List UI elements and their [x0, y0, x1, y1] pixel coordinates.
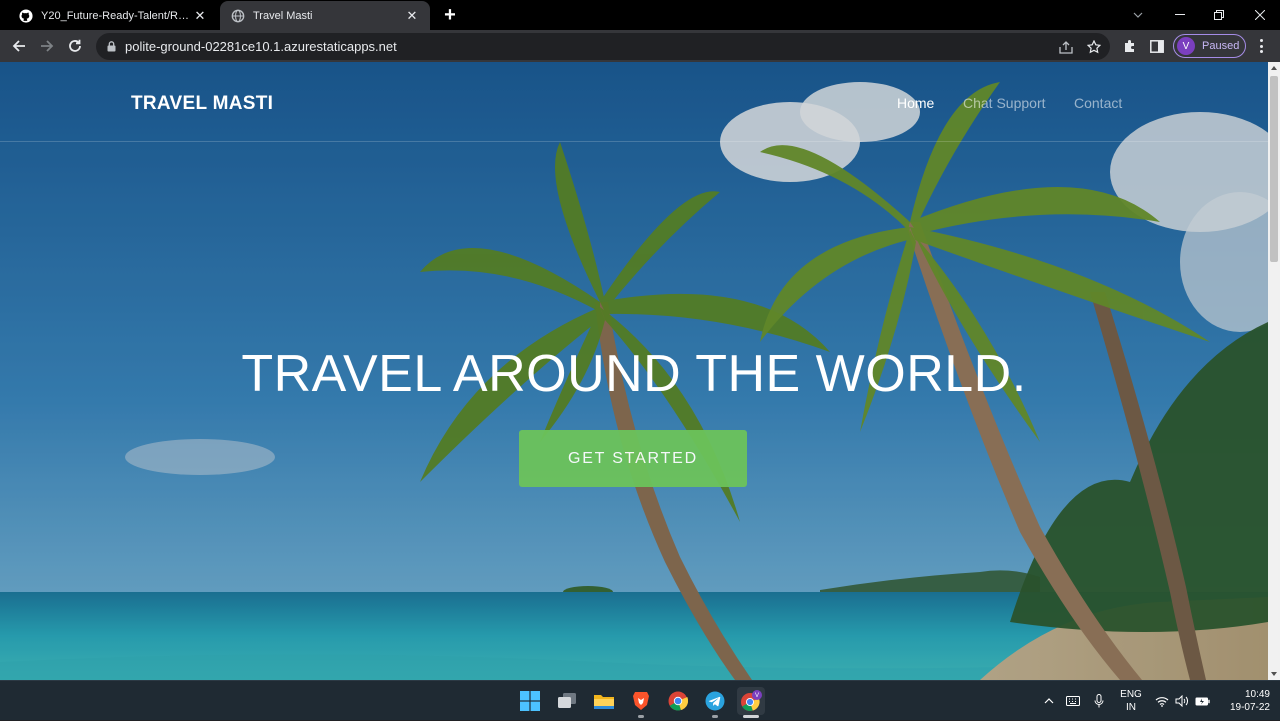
restore-button[interactable] — [1199, 0, 1239, 30]
reload-icon — [69, 39, 81, 52]
puzzle-icon — [1125, 40, 1134, 52]
profile-status: Paused — [1202, 40, 1240, 52]
site-logo[interactable]: TRAVEL MASTI — [131, 93, 273, 115]
brave-icon — [633, 692, 649, 710]
site-navbar: TRAVEL MASTI Home Chat Support Contact — [0, 62, 1268, 142]
show-hidden-icons-button[interactable] — [1040, 681, 1058, 721]
page-viewport: TRAVEL MASTI Home Chat Support Contact T… — [0, 62, 1268, 680]
back-button[interactable] — [7, 34, 31, 58]
windows-taskbar: V ENG IN 10:49 19-07-22 — [0, 680, 1280, 720]
nav-link-chat-support[interactable]: Chat Support — [963, 95, 1046, 111]
forward-button[interactable] — [35, 34, 59, 58]
browser-menu-button[interactable] — [1254, 37, 1268, 55]
region-code: IN — [1126, 702, 1136, 713]
telegram-icon — [705, 691, 725, 711]
clock-date: 19-07-22 — [1229, 702, 1270, 713]
running-indicator — [712, 715, 718, 718]
side-panel-button[interactable] — [1148, 37, 1166, 55]
menu-dot — [1259, 50, 1263, 53]
tab-title: Travel Masti — [253, 9, 313, 22]
close-icon — [1255, 10, 1265, 20]
file-explorer-button[interactable] — [590, 687, 618, 715]
nav-link-contact[interactable]: Contact — [1074, 95, 1122, 111]
chrome-profile-icon: V — [741, 690, 762, 711]
microphone-button[interactable] — [1090, 681, 1108, 721]
windows-start-icon — [520, 691, 540, 711]
close-window-button[interactable] — [1240, 0, 1280, 30]
extensions-button[interactable] — [1121, 37, 1139, 55]
restore-icon — [1214, 10, 1224, 20]
browser-toolbar: polite-ground-02281ce10.1.azurestaticapp… — [0, 30, 1280, 62]
globe-icon — [231, 9, 245, 22]
get-started-button[interactable]: GET STARTED — [519, 430, 747, 487]
battery-status[interactable] — [1193, 681, 1211, 721]
input-language-indicator[interactable]: ENG IN — [1118, 688, 1144, 714]
svg-text:V: V — [755, 693, 759, 699]
brave-browser-button[interactable] — [627, 687, 655, 718]
url-text: polite-ground-02281ce10.1.azurestaticapp… — [125, 39, 397, 54]
running-indicator — [638, 715, 644, 718]
microphone-icon — [1094, 694, 1104, 708]
star-icon — [1087, 40, 1101, 54]
touch-keyboard-button[interactable] — [1063, 681, 1083, 721]
share-button[interactable] — [1057, 38, 1075, 56]
battery-charging-icon — [1195, 697, 1210, 705]
share-icon — [1059, 40, 1073, 54]
task-view-icon — [558, 693, 576, 708]
chrome-button[interactable] — [664, 687, 692, 715]
tab-travel-masti[interactable]: Travel Masti ✕ — [220, 1, 430, 30]
tab-github-readme[interactable]: Y20_Future-Ready-Talent/README.md ✕ — [8, 1, 218, 30]
task-view-button[interactable] — [553, 687, 581, 715]
scroll-up-arrow[interactable] — [1271, 66, 1277, 70]
menu-dot — [1259, 44, 1263, 48]
arrow-left-icon — [12, 40, 25, 52]
profile-button[interactable]: V Paused — [1173, 34, 1246, 58]
chevron-up-icon — [1044, 698, 1054, 704]
system-clock[interactable]: 10:49 19-07-22 — [1214, 688, 1270, 714]
page-scrollbar[interactable] — [1268, 62, 1280, 680]
lock-icon — [107, 41, 116, 52]
speaker-icon — [1175, 695, 1188, 707]
hero-headline: TRAVEL AROUND THE WORLD. — [241, 345, 1027, 403]
chrome-profile-button[interactable]: V — [737, 687, 765, 718]
running-indicator — [743, 715, 759, 718]
scroll-down-arrow[interactable] — [1271, 672, 1277, 676]
language-code: ENG — [1120, 689, 1142, 700]
close-tab-icon[interactable]: ✕ — [192, 8, 208, 24]
close-tab-icon[interactable]: ✕ — [404, 8, 420, 24]
file-explorer-icon — [594, 695, 614, 709]
minimize-button[interactable] — [1160, 0, 1200, 30]
start-button[interactable] — [516, 687, 544, 715]
tab-strip: Y20_Future-Ready-Talent/README.md ✕ Trav… — [0, 0, 1280, 30]
bookmark-button[interactable] — [1085, 38, 1103, 56]
arrow-right-icon — [41, 40, 54, 52]
chrome-icon — [668, 691, 688, 711]
new-tab-button[interactable]: + — [439, 5, 461, 27]
clock-time: 10:49 — [1244, 689, 1270, 700]
nav-link-home[interactable]: Home — [897, 95, 934, 111]
volume-status[interactable] — [1173, 681, 1191, 721]
menu-dot — [1259, 39, 1263, 42]
wifi-icon — [1155, 696, 1169, 707]
scrollbar-thumb[interactable] — [1270, 76, 1278, 262]
side-panel-icon — [1150, 39, 1164, 53]
tab-search-button[interactable] — [1118, 0, 1158, 30]
chevron-down-icon — [1133, 12, 1143, 18]
tab-title: Y20_Future-Ready-Talent/README.md — [41, 9, 192, 22]
telegram-button[interactable] — [701, 687, 729, 718]
wifi-status[interactable] — [1153, 681, 1171, 721]
keyboard-icon — [1066, 696, 1080, 706]
avatar: V — [1177, 37, 1195, 55]
reload-button[interactable] — [63, 34, 87, 58]
github-icon — [19, 8, 33, 23]
address-bar[interactable]: polite-ground-02281ce10.1.azurestaticapp… — [96, 33, 1110, 60]
minimize-icon — [1175, 14, 1185, 15]
